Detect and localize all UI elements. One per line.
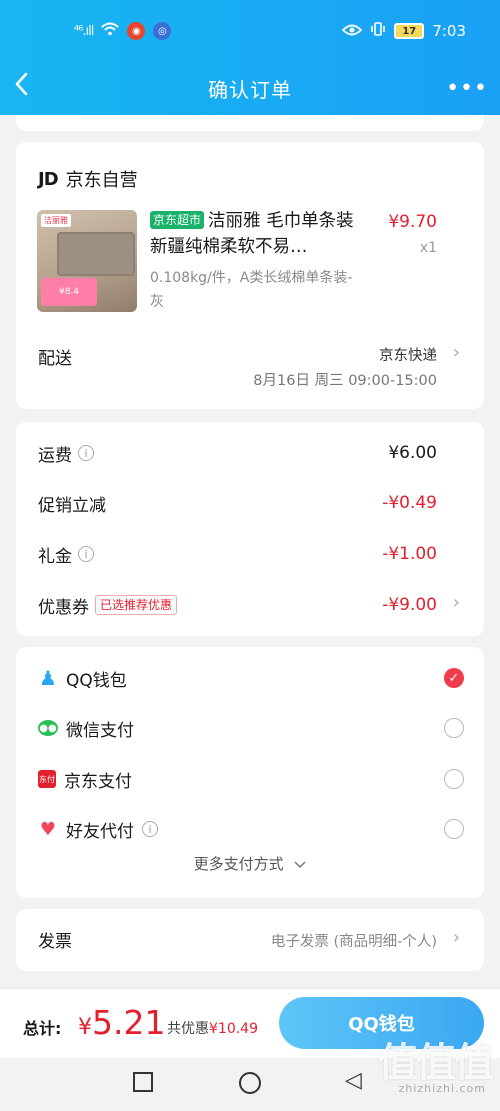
jd-logo-icon: JD — [38, 168, 59, 190]
total-value: 5.21 — [92, 1003, 166, 1042]
browser-icon: ◎ — [153, 22, 172, 40]
payment-option-label: 京东支付 — [64, 771, 132, 792]
address-card-tail — [16, 115, 484, 131]
recent-apps-icon[interactable] — [133, 1072, 153, 1092]
top-bar: ⁴⁶.ıll ◉ ◎ 17 7:03 确认订单 ••• — [0, 0, 500, 115]
more-payment-label: 更多支付方式 — [193, 855, 284, 873]
promo-row: 促销立减 -¥0.49 — [38, 488, 437, 518]
wechat-icon: ●● — [38, 720, 58, 736]
back-triangle-icon[interactable]: ◁ — [345, 1068, 362, 1093]
promo-label: 促销立减 — [38, 495, 106, 516]
radio-unchecked-icon[interactable] — [444, 819, 464, 839]
total-label: 总计: — [23, 1019, 62, 1038]
info-icon[interactable]: i — [142, 821, 158, 837]
qq-penguin-icon: ♟ — [39, 666, 57, 690]
weibo-icon: ◉ — [127, 22, 146, 40]
back-arrow-icon[interactable] — [14, 72, 44, 102]
chevron-right-icon[interactable]: › — [453, 342, 460, 363]
heart-icon: ♥ — [39, 818, 57, 840]
coupon-label: 优惠券 — [38, 597, 89, 618]
savings-text: 共优惠¥10.49 — [167, 1018, 258, 1038]
status-bar: ⁴⁶.ıll ◉ ◎ 17 7:03 — [0, 0, 500, 62]
more-options-icon[interactable]: ••• — [446, 76, 488, 101]
payment-option-label: QQ钱包 — [66, 670, 127, 691]
freight-row: 运费 i ¥6.00 — [38, 438, 437, 468]
thumb-brand: 洁丽雅 — [41, 214, 71, 227]
payment-option-label: 好友代付 — [66, 821, 134, 842]
clock-time: 7:03 — [432, 22, 466, 40]
battery-icon: 17 — [394, 23, 425, 39]
product-title[interactable]: 京东超市 洁丽雅 毛巾单条装新疆纯棉柔软不易… — [150, 208, 354, 260]
delivery-label: 配送 — [38, 349, 72, 369]
payment-option-qq[interactable]: ♟ QQ钱包 ✓ — [38, 663, 464, 693]
app-header: 确认订单 ••• — [0, 62, 500, 115]
coupon-recommended-badge: 已选推荐优惠 — [95, 595, 178, 615]
radio-checked-icon[interactable]: ✓ — [444, 668, 464, 688]
page-title: 确认订单 — [208, 78, 292, 102]
savings-label: 共优惠 — [167, 1021, 209, 1037]
product-thumbnail[interactable]: 洁丽雅 ¥8.4 — [37, 210, 137, 312]
invoice-value: 电子发票 (商品明细-个人) — [270, 934, 437, 950]
jd-supermarket-tag: 京东超市 — [150, 211, 205, 229]
savings-value: ¥10.49 — [209, 1021, 258, 1037]
watermark-logo: 值值值 — [378, 1040, 494, 1086]
freight-value: ¥6.00 — [388, 443, 437, 463]
home-icon[interactable] — [239, 1072, 261, 1094]
chevron-right-icon[interactable]: › — [453, 592, 460, 613]
watermark-url: zhizhizhi.com — [398, 1082, 486, 1095]
radio-unchecked-icon[interactable] — [444, 718, 464, 738]
invoice-card[interactable]: 发票 电子发票 (商品明细-个人) › — [16, 909, 484, 971]
promo-value: -¥0.49 — [382, 493, 437, 513]
radio-unchecked-icon[interactable] — [444, 769, 464, 789]
more-payment-methods[interactable]: 更多支付方式 — [16, 853, 484, 874]
total-amount: ¥5.21 — [78, 1003, 165, 1042]
status-left: ⁴⁶.ıll ◉ ◎ — [74, 22, 172, 40]
payment-option-jd[interactable]: 东付 京东支付 — [38, 764, 464, 794]
wifi-icon — [101, 22, 120, 40]
delivery-carrier[interactable]: 京东快递 — [379, 344, 437, 365]
gift-row: 礼金 i -¥1.00 — [38, 539, 437, 569]
coupon-value: -¥9.00 — [382, 595, 437, 615]
product-spec: 0.108kg/件，A类长绒棉单条装-灰 — [150, 270, 353, 310]
gift-label: 礼金 — [38, 546, 72, 567]
chevron-down-icon — [288, 855, 306, 873]
shop-name: 京东自营 — [65, 170, 138, 191]
jd-pay-icon: 东付 — [38, 770, 56, 788]
product-quantity: x1 — [419, 240, 437, 256]
status-right: 17 7:03 — [342, 21, 466, 41]
towel-image — [57, 232, 135, 276]
thumb-price: ¥8.4 — [41, 278, 97, 306]
payment-option-friend[interactable]: ♥ 好友代付 i — [38, 814, 464, 844]
currency-symbol: ¥ — [78, 1015, 92, 1040]
fee-card: 运费 i ¥6.00 促销立减 -¥0.49 礼金 i -¥1.00 优惠券 已选推荐… — [16, 422, 484, 636]
payment-option-wechat[interactable]: ●● 微信支付 — [38, 713, 464, 743]
info-icon[interactable]: i — [78, 445, 94, 461]
shop-header: JD 京东自营 — [38, 166, 138, 192]
signal-icon: ⁴⁶.ıll — [74, 23, 94, 39]
invoice-label: 发票 — [38, 932, 72, 952]
eye-icon — [342, 22, 363, 40]
gift-value: -¥1.00 — [382, 544, 437, 564]
product-card: JD 京东自营 洁丽雅 ¥8.4 京东超市 洁丽雅 毛巾单条装新疆纯棉柔软不易… … — [16, 142, 484, 409]
order-content[interactable]: JD 京东自营 洁丽雅 ¥8.4 京东超市 洁丽雅 毛巾单条装新疆纯棉柔软不易… … — [0, 115, 500, 988]
vibrate-icon — [370, 21, 386, 41]
product-price: ¥9.70 — [388, 212, 437, 232]
payment-card: ♟ QQ钱包 ✓ ●● 微信支付 东付 京东支付 ♥ 好友代付 i 更多支付方式 — [16, 647, 484, 898]
chevron-right-icon[interactable]: › — [453, 927, 460, 948]
payment-option-label: 微信支付 — [66, 720, 134, 741]
freight-label: 运费 — [38, 445, 72, 466]
coupon-row[interactable]: 优惠券 已选推荐优惠 -¥9.00 — [38, 590, 437, 620]
info-icon[interactable]: i — [78, 546, 94, 562]
delivery-time: 8月16日 周三 09:00-15:00 — [253, 373, 437, 389]
